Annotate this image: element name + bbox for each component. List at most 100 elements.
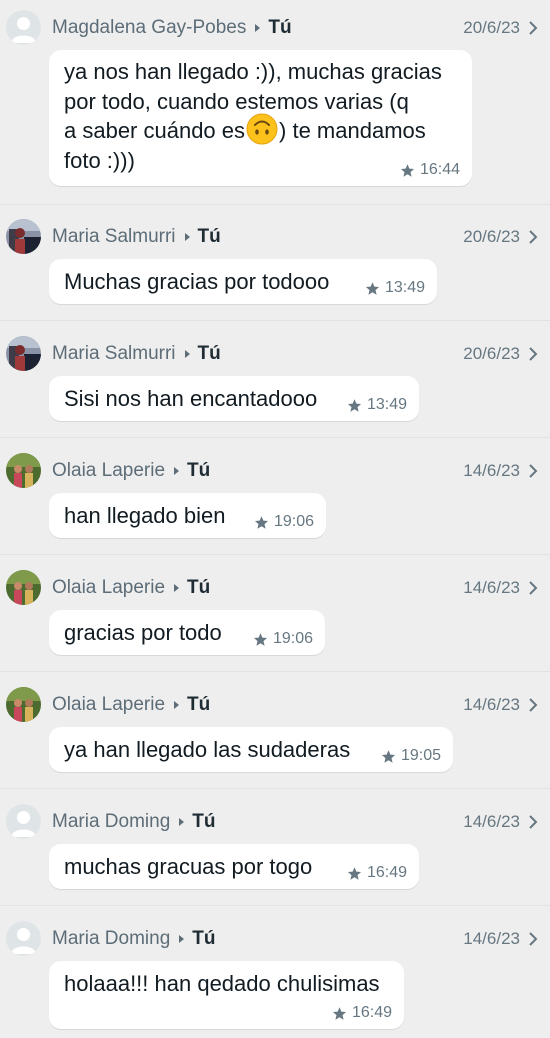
message-bubble[interactable]: holaaa!!! han qedado chulisimas 16:49 — [49, 961, 404, 1029]
message-bubble[interactable]: ya han llegado las sudaderas 19:05 — [49, 727, 453, 772]
chevron-right-icon[interactable] — [526, 229, 540, 245]
divider — [0, 671, 550, 672]
message-date: 14/6/23 — [463, 929, 520, 948]
message-text: gracias por todo — [64, 620, 222, 645]
recipient-name: Tú — [187, 577, 211, 598]
message-bubble[interactable]: gracias por todo 19:06 — [49, 610, 325, 655]
message-text: Sisi nos han encantadooo — [64, 386, 318, 411]
photo-avatar-maria-salmurri — [6, 336, 41, 371]
message-meta: 19:06 — [254, 513, 314, 531]
upside-down-face-emoji-icon — [246, 113, 278, 145]
message-date: 20/6/23 — [463, 227, 520, 246]
message-text-line-with-emoji: a saber cuándo es ) te mandamos — [64, 113, 442, 146]
recipient-name: Tú — [187, 694, 211, 715]
photo-avatar-olaia-laperie — [6, 687, 41, 722]
photo-avatar-maria-salmurri — [6, 219, 41, 254]
message-text-line: ya nos han llegado :)), muchas gracias — [64, 59, 442, 84]
message-time: 19:06 — [272, 630, 313, 647]
recipient-name: Tú — [268, 17, 292, 38]
arrow-right-icon — [174, 467, 180, 475]
sender-name: Olaia Laperie — [52, 694, 166, 715]
sender-name: Olaia Laperie — [52, 577, 166, 598]
message-date: 20/6/23 — [463, 344, 520, 363]
sender-name: Maria Doming — [52, 811, 171, 832]
arrow-right-icon — [179, 935, 185, 943]
arrow-right-icon — [184, 233, 190, 241]
message-header: Olaia Laperie Tú 14/6/23 — [0, 685, 550, 725]
recipient-name: Tú — [187, 460, 211, 481]
recipient-name: Tú — [192, 928, 216, 949]
message-date: 14/6/23 — [463, 812, 520, 831]
sender-name: Maria Doming — [52, 928, 171, 949]
default-avatar — [6, 804, 41, 839]
chevron-right-icon[interactable] — [526, 346, 540, 362]
message-time: 16:49 — [351, 1004, 392, 1021]
divider — [0, 437, 550, 438]
star-icon — [254, 515, 269, 529]
chevron-right-icon[interactable] — [526, 931, 540, 947]
message-text-fragment: ) te mandamos — [279, 118, 426, 143]
message-time: 19:05 — [400, 747, 441, 764]
sender-name: Maria Salmurri — [52, 343, 176, 364]
photo-avatar-olaia-laperie — [6, 453, 41, 488]
default-avatar — [6, 10, 41, 45]
chevron-right-icon[interactable] — [526, 697, 540, 713]
divider — [0, 320, 550, 321]
message-text-fragment: a saber cuándo es — [64, 118, 246, 143]
message-bubble[interactable]: ya nos han llegado :)), muchas gracias p… — [49, 50, 472, 186]
message-time: 19:06 — [273, 513, 314, 530]
message-text: Muchas gracias por todooo — [64, 269, 330, 294]
message-bubble[interactable]: Sisi nos han encantadooo 13:49 — [49, 376, 419, 421]
message-meta: 16:44 — [400, 161, 460, 179]
message-header: Olaia Laperie Tú 14/6/23 — [0, 568, 550, 608]
message-text-line: foto :))) — [64, 148, 135, 174]
sender-name: Olaia Laperie — [52, 460, 166, 481]
message-time: 16:49 — [366, 864, 407, 881]
sender-name: Magdalena Gay-Pobes — [52, 17, 247, 38]
message-date: 14/6/23 — [463, 695, 520, 714]
message-date: 20/6/23 — [463, 18, 520, 37]
star-icon — [253, 632, 268, 646]
star-icon — [332, 1006, 347, 1020]
recipient-name: Tú — [197, 226, 221, 247]
message-header: Maria Doming Tú 14/6/23 — [0, 802, 550, 842]
message-meta: 19:06 — [253, 630, 313, 648]
recipient-name: Tú — [192, 811, 216, 832]
star-icon — [347, 866, 362, 880]
message-meta: 13:49 — [347, 396, 407, 414]
arrow-right-icon — [184, 350, 190, 358]
message-bubble[interactable]: Muchas gracias por todooo 13:49 — [49, 259, 437, 304]
message-header: Maria Doming Tú 14/6/23 — [0, 919, 550, 959]
star-icon — [347, 398, 362, 412]
star-icon — [400, 163, 415, 177]
chevron-right-icon[interactable] — [526, 580, 540, 596]
starred-messages-list: Magdalena Gay-Pobes Tú 20/6/23 ya nos ha… — [0, 0, 550, 1038]
message-time: 13:49 — [366, 396, 407, 413]
message-meta: 16:49 — [347, 864, 407, 882]
message-bubble[interactable]: han llegado bien 19:06 — [49, 493, 326, 538]
chevron-right-icon[interactable] — [526, 20, 540, 36]
arrow-right-icon — [255, 24, 261, 32]
message-time: 16:44 — [419, 161, 460, 178]
message-meta: 16:49 — [332, 1004, 392, 1022]
recipient-name: Tú — [197, 343, 221, 364]
arrow-right-icon — [174, 584, 180, 592]
arrow-right-icon — [179, 818, 185, 826]
message-header: Magdalena Gay-Pobes Tú 20/6/23 — [0, 8, 550, 48]
chevron-right-icon[interactable] — [526, 814, 540, 830]
message-header: Maria Salmurri Tú 20/6/23 — [0, 217, 550, 257]
message-date: 14/6/23 — [463, 461, 520, 480]
divider — [0, 905, 550, 906]
divider — [0, 204, 550, 205]
chevron-right-icon[interactable] — [526, 463, 540, 479]
divider — [0, 788, 550, 789]
message-time: 13:49 — [384, 279, 425, 296]
photo-avatar-olaia-laperie — [6, 570, 41, 605]
sender-name: Maria Salmurri — [52, 226, 176, 247]
message-text: ya han llegado las sudaderas — [64, 737, 351, 762]
message-bubble[interactable]: muchas gracuas por togo 16:49 — [49, 844, 419, 889]
message-date: 14/6/23 — [463, 578, 520, 597]
message-header: Olaia Laperie Tú 14/6/23 — [0, 451, 550, 491]
message-text: muchas gracuas por togo — [64, 854, 313, 879]
arrow-right-icon — [174, 701, 180, 709]
